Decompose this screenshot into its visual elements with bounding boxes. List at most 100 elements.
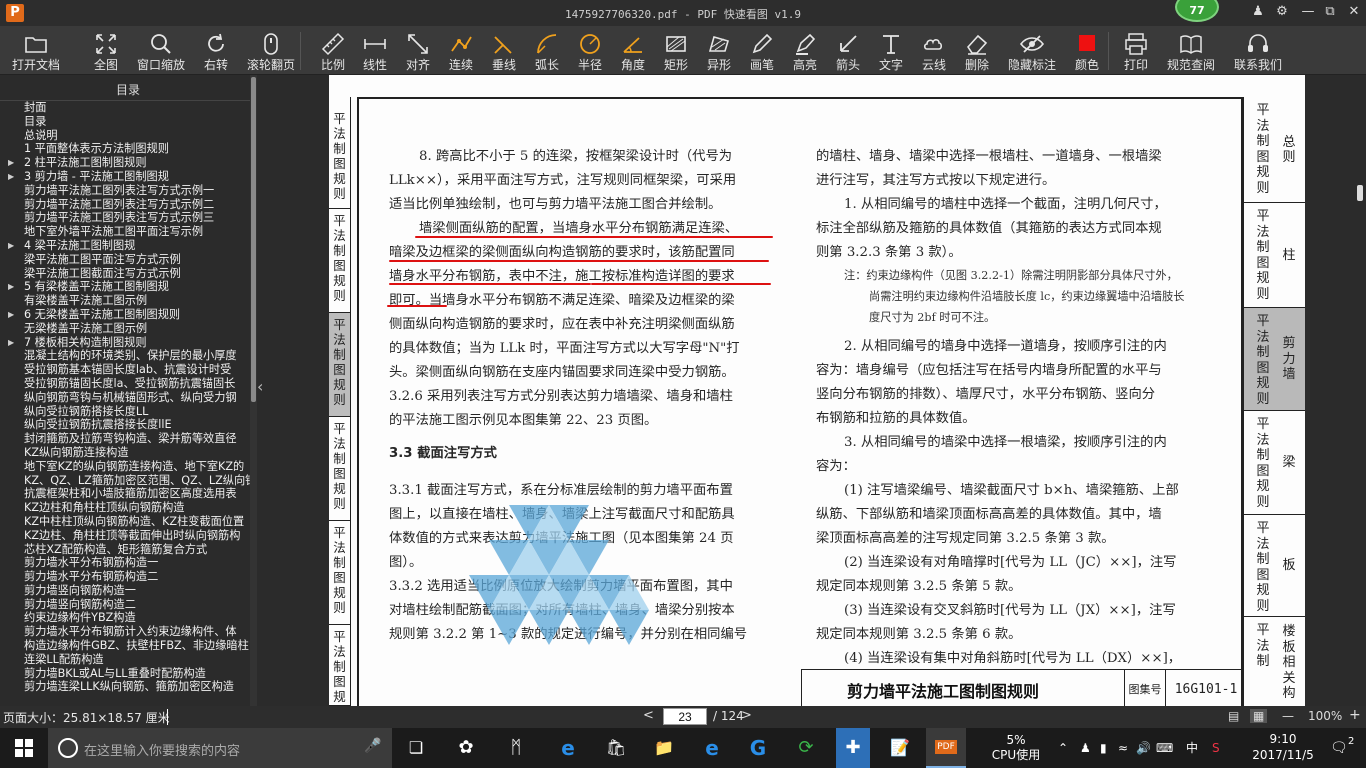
zoom-level[interactable]: 100% — [1308, 709, 1342, 723]
taskbar-search-box[interactable]: 在这里输入你要搜索的内容 🎤 — [48, 728, 392, 768]
notes-app-icon[interactable]: 📝 — [884, 728, 916, 768]
toc-item[interactable]: 构造边缘构件GBZ、扶壁柱FBZ、非边缘暗柱 — [0, 639, 250, 653]
user-icon[interactable]: ♟ — [1250, 4, 1266, 19]
toolbar-print-button[interactable]: 打印 — [1106, 26, 1166, 75]
toc-item[interactable]: 混凝土结构的环境类别、保护层的最小厚度 — [0, 349, 250, 363]
toolbar-fit-button[interactable]: 全图 — [76, 26, 136, 75]
volume-icon[interactable]: 🔊 — [1136, 728, 1151, 768]
toc-item[interactable]: 地下室外墙平法施工图平面注写示例 — [0, 225, 250, 239]
collapse-sidebar-icon[interactable]: ‹ — [257, 377, 263, 396]
restore-icon[interactable]: ⧉ — [1322, 4, 1338, 19]
toolbar-zoom-button[interactable]: 窗口缩放 — [131, 26, 191, 75]
toc-scrollbar[interactable] — [250, 75, 257, 706]
toc-item[interactable]: 纵向受拉钢筋抗震搭接长度llE — [0, 418, 250, 432]
green-app-icon[interactable]: ⟳ — [790, 728, 822, 768]
toc-item[interactable]: ▶ 4 梁平法施工图制图规 — [0, 239, 250, 253]
app-swirl-icon[interactable]: ᛗ — [500, 728, 532, 768]
toc-item[interactable]: 封闭箍筋及拉筋弯钩构造、梁并筋等效直径 — [0, 432, 250, 446]
toolbar-rotate-button[interactable]: 右转 — [186, 26, 246, 75]
toc-item[interactable]: 梁平法施工图平面注写方式示例 — [0, 253, 250, 267]
notification-icon[interactable]: 🗨 — [1330, 728, 1348, 768]
minimize-icon[interactable]: — — [1300, 4, 1316, 19]
toolbar-spec-button[interactable]: 规范查阅 — [1161, 26, 1221, 75]
battery-icon[interactable]: ▮ — [1100, 728, 1107, 768]
wifi-icon[interactable]: ≈ — [1118, 728, 1128, 768]
toc-item[interactable]: 约束边缘构件YBZ构造 — [0, 611, 250, 625]
toc-item[interactable]: 剪力墙水平分布钢筋计入约束边缘构件、体 — [0, 625, 250, 639]
toc-item[interactable]: 封面 — [0, 101, 250, 115]
toc-item[interactable]: 纵向钢筋弯钩与机械锚固形式、纵向受力钢 — [0, 391, 250, 405]
ime-indicator[interactable]: 中 — [1186, 728, 1198, 768]
toc-item[interactable]: ▶ 6 无梁楼盖平法施工图制图规则 — [0, 308, 250, 322]
toc-item[interactable]: 地下室KZ的纵向钢筋连接构造、地下室KZ的 — [0, 460, 250, 474]
toc-item[interactable]: 受拉钢筋基本锚固长度lab、抗震设计时受 — [0, 363, 250, 377]
file-explorer-icon[interactable]: 📁 — [648, 728, 680, 768]
toc-item[interactable]: 1 平面整体表示方法制图规则 — [0, 142, 250, 156]
toc-item[interactable]: ▶ 5 有梁楼盖平法施工图制图规 — [0, 280, 250, 294]
toc-item[interactable]: 剪力墙平法施工图列表注写方式示例三 — [0, 211, 250, 225]
g-app-icon[interactable]: G — [742, 728, 774, 768]
toc-item[interactable]: 剪力墙水平分布钢筋构造一 — [0, 556, 250, 570]
toc-item[interactable]: 总说明 — [0, 129, 250, 143]
section-tab[interactable]: 平法制图规则柱 — [1243, 203, 1305, 308]
settings-icon[interactable]: ⚙ — [1274, 4, 1290, 19]
toc-item[interactable]: 抗震框架柱和小墙肢箍筋加密区高度选用表 — [0, 487, 250, 501]
toolbar-contact-button[interactable]: 联系我们 — [1228, 26, 1288, 75]
toc-item[interactable]: 梁平法施工图截面注写方式示例 — [0, 267, 250, 281]
toc-item[interactable]: KZ边柱和角柱柱顶纵向钢筋构造 — [0, 501, 250, 515]
toc-item[interactable]: 受拉钢筋锚固长度la、受拉钢筋抗震锚固长 — [0, 377, 250, 391]
toc-item[interactable]: 有梁楼盖平法施工图示例 — [0, 294, 250, 308]
toc-scroll-thumb[interactable] — [251, 77, 256, 402]
keyboard-icon[interactable]: ⌨ — [1156, 728, 1173, 768]
toc-item[interactable]: 无梁楼盖平法施工图示例 — [0, 322, 250, 336]
close-icon[interactable]: ✕ — [1346, 4, 1362, 19]
toc-expand-icon[interactable]: ▶ — [8, 336, 14, 350]
toc-item[interactable]: 纵向受拉钢筋搭接长度LL — [0, 405, 250, 419]
microphone-icon[interactable]: 🎤 — [364, 738, 381, 754]
zoom-out-button[interactable]: — — [1282, 709, 1294, 723]
toc-item[interactable]: 剪力墙BKL或AL与LL重叠时配筋构造 — [0, 667, 250, 681]
tray-chevron-icon[interactable]: ⌃ — [1058, 728, 1068, 768]
toc-item[interactable]: 剪力墙连梁LLK纵向钢筋、箍筋加密区构造 — [0, 680, 250, 694]
toc-expand-icon[interactable]: ▶ — [8, 239, 14, 253]
task-view-icon[interactable]: ❏ — [400, 728, 432, 768]
toc-expand-icon[interactable]: ▶ — [8, 156, 14, 170]
people-icon[interactable]: ♟ — [1080, 728, 1091, 768]
section-tab[interactable]: 平法制图规则 剪力墙 — [1243, 308, 1305, 411]
toc-item[interactable]: ▶ 7 楼板相关构造制图规则 — [0, 336, 250, 350]
toolbar-hide-button[interactable]: 隐藏标注 — [1002, 26, 1062, 75]
section-tab[interactable]: 平法制图规则梁 — [1243, 411, 1305, 515]
toolbar-erase-button[interactable]: 删除 — [947, 26, 1007, 75]
toolbar-open-button[interactable]: 打开文档 — [6, 26, 66, 75]
toc-item[interactable]: 剪力墙竖向钢筋构造二 — [0, 598, 250, 612]
toc-item[interactable]: ▶ 2 柱平法施工图制图规则 — [0, 156, 250, 170]
toolbar-wheel-button[interactable]: 滚轮翻页 — [241, 26, 301, 75]
toc-item[interactable]: 剪力墙平法施工图列表注写方式示例一 — [0, 184, 250, 198]
page-number-input[interactable] — [663, 708, 707, 725]
dual-page-icon[interactable]: ▤ — [1228, 709, 1239, 723]
toc-item[interactable]: KZ边柱、角柱柱顶等截面伸出时纵向钢筋构 — [0, 529, 250, 543]
cpu-meter[interactable]: 5% CPU使用 — [990, 733, 1042, 763]
toc-item[interactable]: KZ中柱柱顶纵向钢筋构造、KZ柱变截面位置 — [0, 515, 250, 529]
section-tab[interactable]: 平法制 楼板相关构 — [1243, 617, 1305, 706]
document-scrollbar[interactable] — [1355, 75, 1366, 706]
toc-expand-icon[interactable]: ▶ — [8, 308, 14, 322]
fan-app-icon[interactable]: ✿ — [450, 728, 482, 768]
toc-item[interactable]: 连梁LL配筋构造 — [0, 653, 250, 667]
toc-item[interactable]: KZ纵向钢筋连接构造 — [0, 446, 250, 460]
document-scroll-thumb[interactable] — [1357, 185, 1363, 201]
prev-page-button[interactable]: < — [643, 708, 654, 723]
toc-item[interactable]: ▶ 3 剪力墙 - 平法施工图制图规 — [0, 170, 250, 184]
section-tab[interactable]: 平法制图规则板 — [1243, 515, 1305, 617]
section-tab[interactable]: 平法制图规则 总则 — [1243, 97, 1305, 203]
toc-item[interactable]: 目录 — [0, 115, 250, 129]
app-blue-icon[interactable]: ✚ — [836, 728, 870, 768]
toc-expand-icon[interactable]: ▶ — [8, 170, 14, 184]
toc-item[interactable]: 剪力墙水平分布钢筋构造二 — [0, 570, 250, 584]
edge-browser-icon[interactable]: e — [550, 728, 586, 768]
pdf-viewer-taskbar-button[interactable]: PDF — [926, 728, 966, 768]
toc-item[interactable]: 剪力墙竖向钢筋构造一 — [0, 584, 250, 598]
start-button[interactable] — [0, 728, 48, 768]
single-page-icon[interactable]: ▦ — [1250, 709, 1268, 723]
next-page-button[interactable]: > — [741, 708, 752, 723]
